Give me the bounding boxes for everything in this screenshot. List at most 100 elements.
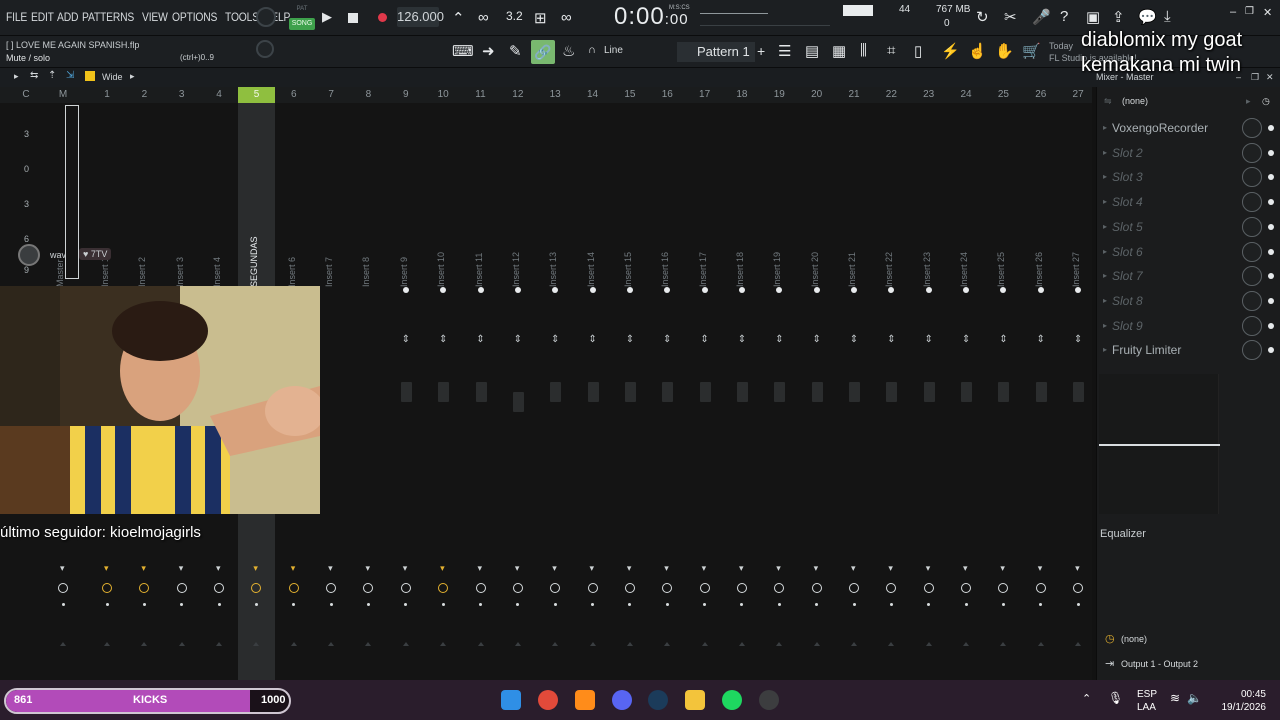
track-latency-icon[interactable] <box>998 583 1009 593</box>
track-volume-fader[interactable] <box>475 382 487 402</box>
track-name[interactable]: Insert 6 <box>287 227 297 287</box>
slot-arrow-icon[interactable]: ▸ <box>1103 123 1107 132</box>
track-name[interactable]: Insert 23 <box>922 227 932 287</box>
track-enable-dot[interactable] <box>665 603 669 606</box>
track-pan-knob[interactable]: ⇕ <box>1035 335 1047 345</box>
track-name[interactable]: Insert 7 <box>324 227 334 287</box>
track-volume-fader[interactable] <box>774 382 786 402</box>
track-name[interactable]: Insert 20 <box>810 227 820 287</box>
track-mute-led[interactable] <box>1037 287 1044 293</box>
track-volume-fader[interactable] <box>550 382 562 402</box>
mixer-restore-icon[interactable]: ❐ <box>1251 72 1259 83</box>
slot-mix-knob[interactable] <box>1242 142 1262 163</box>
track-route-arrow[interactable] <box>365 642 372 646</box>
slot-enable-led[interactable] <box>1268 297 1274 304</box>
stop-button[interactable] <box>348 13 358 23</box>
help-icon[interactable]: ? <box>1060 8 1068 25</box>
track-route-arrow[interactable] <box>701 642 708 646</box>
track-name[interactable]: Insert 3 <box>175 227 185 287</box>
track-latency-icon[interactable] <box>438 583 449 593</box>
track-name[interactable]: Insert 24 <box>959 227 969 287</box>
track-volume-fader[interactable] <box>1073 382 1085 402</box>
track-number[interactable]: 10 <box>433 89 453 100</box>
loop-record-icon[interactable]: ∞ <box>561 9 572 26</box>
input-selector[interactable]: ⇋ (none) ▸ ◷ <box>1098 92 1280 110</box>
step-edit-icon[interactable]: ⊞ <box>534 9 547 27</box>
track-volume-fader[interactable] <box>438 382 450 402</box>
track-route-arrow[interactable] <box>1000 642 1007 646</box>
slot-enable-led[interactable] <box>1268 174 1274 181</box>
track-number[interactable]: 2 <box>134 89 154 100</box>
slot-enable-led[interactable] <box>1268 223 1274 230</box>
track-route-arrow[interactable] <box>626 642 633 646</box>
track-mute-led[interactable] <box>813 287 820 293</box>
pencil-icon[interactable]: ✎ <box>509 42 522 60</box>
track-pan-knob[interactable]: ⇕ <box>997 335 1009 345</box>
mixer-menu-arrow-icon[interactable]: ▸ <box>14 71 19 82</box>
slot-enable-led[interactable] <box>1268 248 1274 255</box>
track-number[interactable]: 15 <box>620 89 640 100</box>
menu-options[interactable]: OPTIONS <box>172 10 217 24</box>
hand-icon[interactable]: ✋ <box>995 42 1014 60</box>
track-mute-led[interactable] <box>701 287 708 293</box>
track-enable-dot[interactable] <box>1001 603 1005 606</box>
track-volume-fader[interactable] <box>662 382 674 402</box>
tools-icon[interactable]: ✂ <box>1004 8 1017 26</box>
track-route-arrow[interactable] <box>738 642 745 646</box>
track-enable-dot[interactable] <box>852 603 856 606</box>
track-latency-icon[interactable] <box>1035 583 1046 593</box>
track-volume-fader[interactable] <box>811 382 823 402</box>
effect-slot[interactable]: ▸ Slot 8 <box>1097 289 1280 313</box>
pat-song-toggle[interactable]: PAT SONG <box>289 6 315 30</box>
track-latency-icon[interactable] <box>102 583 112 593</box>
save-icon[interactable]: ▣ <box>1086 8 1100 26</box>
track-route-arrow[interactable] <box>1075 642 1082 646</box>
undo-icon[interactable]: ↻ <box>976 8 989 26</box>
track-latency-icon[interactable] <box>1073 583 1084 593</box>
track-route-arrow[interactable] <box>925 642 932 646</box>
track-pan-knob[interactable]: ⇕ <box>773 335 785 345</box>
latency-icon[interactable]: ◷ <box>1262 92 1270 110</box>
export-icon[interactable]: ⇪ <box>1112 8 1125 26</box>
track-name[interactable]: Insert 4 <box>212 227 222 287</box>
menu-add[interactable]: ADD <box>57 10 78 24</box>
track-enable-dot[interactable] <box>366 603 370 606</box>
track-send-icon[interactable]: ▾ <box>590 563 595 574</box>
track-volume-fader[interactable] <box>1035 382 1047 402</box>
effect-slot[interactable]: ▸ Fruity Limiter <box>1097 338 1280 362</box>
track-number[interactable]: 12 <box>508 89 528 100</box>
track-route-arrow[interactable] <box>290 642 297 646</box>
track-number[interactable]: 4 <box>209 89 229 100</box>
volume-icon[interactable]: 🔈 <box>1187 691 1202 705</box>
track-route-arrow[interactable] <box>888 642 895 646</box>
track-send-icon[interactable]: ▾ <box>365 563 370 574</box>
track-route-arrow[interactable] <box>328 642 335 646</box>
track-latency-icon[interactable] <box>774 583 785 593</box>
track-number[interactable]: 11 <box>471 89 491 100</box>
track-name[interactable]: Insert 22 <box>884 227 894 287</box>
wifi-icon[interactable]: ≋ <box>1170 691 1180 705</box>
slot-mix-knob[interactable] <box>1242 241 1262 262</box>
track-latency-icon[interactable] <box>886 583 897 593</box>
magnet-icon[interactable]: ∩ <box>588 44 596 56</box>
track-latency-icon[interactable] <box>587 583 598 593</box>
track-send-icon[interactable]: ▾ <box>702 563 707 574</box>
track-send-icon[interactable]: ▾ <box>776 563 781 574</box>
track-number[interactable]: 23 <box>919 89 939 100</box>
track-enable-dot[interactable] <box>516 603 520 606</box>
track-mute-led[interactable] <box>888 287 895 293</box>
track-send-icon[interactable]: ▾ <box>963 563 968 574</box>
track-name[interactable]: Insert 10 <box>436 227 446 287</box>
track-name[interactable]: Insert 16 <box>660 227 670 287</box>
touch-icon[interactable]: ☝ <box>968 42 987 60</box>
slot-enable-led[interactable] <box>1268 149 1274 156</box>
mixer-icon[interactable]: ⫼ <box>860 42 867 59</box>
track-mute-led[interactable] <box>664 287 671 293</box>
track-volume-fader[interactable] <box>736 382 748 402</box>
track-send-icon[interactable]: ▾ <box>664 563 669 574</box>
piano-icon[interactable]: ⌨ <box>452 42 474 60</box>
effect-slot[interactable]: ▸ Slot 6 <box>1097 240 1280 264</box>
cart-icon[interactable]: 🛒 <box>1022 42 1041 60</box>
track-pan-knob[interactable]: ⇕ <box>437 335 449 345</box>
download-icon[interactable]: ⤓ <box>1164 8 1171 25</box>
